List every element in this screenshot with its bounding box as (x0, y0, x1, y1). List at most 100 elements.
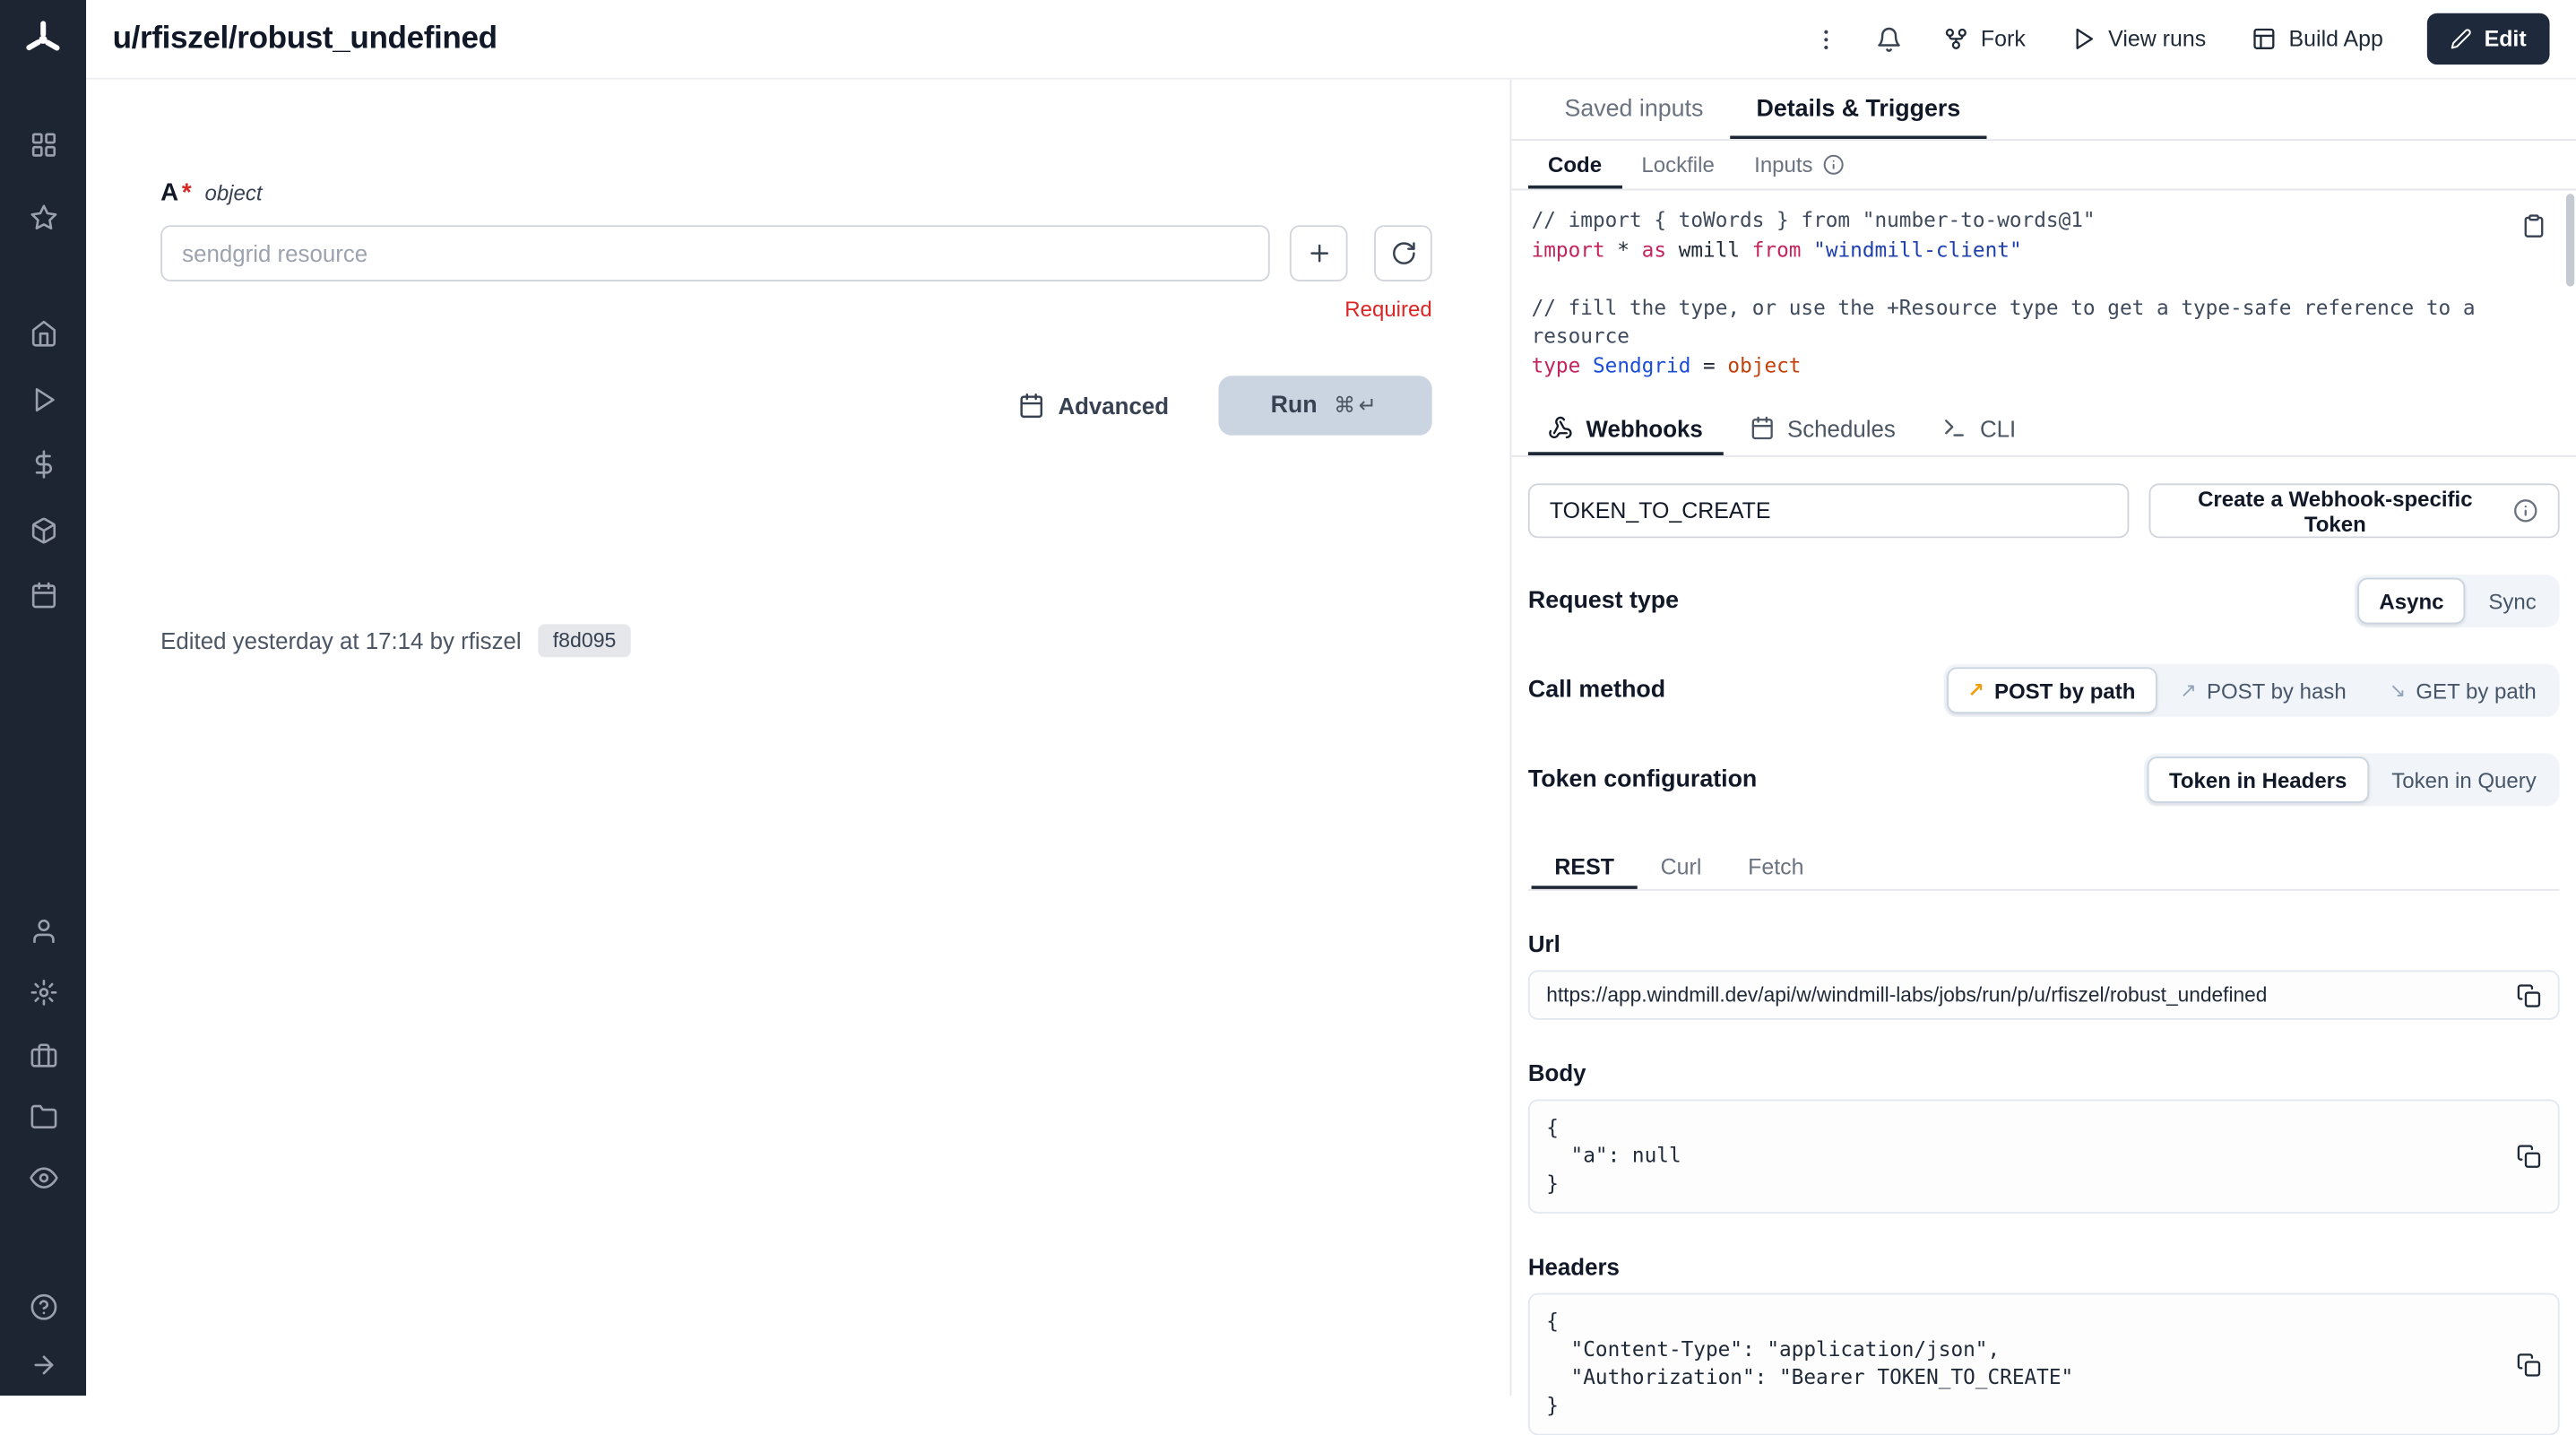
tab-fetch[interactable]: Fetch (1725, 843, 1827, 889)
header-actions: Fork View runs Build App Edit (1805, 13, 2549, 65)
refresh-icon (1390, 240, 1417, 267)
call-method-post-by-path[interactable]: ↗POST by path (1946, 667, 2157, 713)
panel-scrollbar-thumb[interactable] (2566, 194, 2574, 286)
help-icon[interactable] (0, 1278, 86, 1335)
trigger-tabs: Webhooks Schedules CLI (1511, 401, 2576, 457)
schedules-icon[interactable] (0, 566, 86, 623)
call-method-post-by-hash[interactable]: ↗POST by hash (2160, 667, 2366, 713)
favorites-star-icon[interactable] (0, 189, 86, 246)
copy-url-button[interactable] (2503, 982, 2541, 1007)
field-name: A (160, 178, 178, 206)
url-box: https://app.windmill.dev/api/w/windmill-… (1528, 970, 2560, 1019)
run-shortcut: ⌘↵ (1334, 393, 1380, 419)
code-line: import * as wmill from "windmill-client" (1532, 236, 2507, 264)
expand-sidebar-icon[interactable] (0, 1336, 86, 1393)
tab-code[interactable]: Code (1528, 141, 1621, 189)
field-type: object (204, 180, 262, 205)
clipboard-icon (2521, 213, 2546, 238)
headers-label: Headers (1528, 1253, 2560, 1280)
required-hint: Required (160, 297, 1432, 322)
call-method-label: Call method (1528, 677, 1665, 704)
panel-tabs: Saved inputs Details & Triggers (1511, 80, 2576, 141)
workers-briefcase-icon[interactable] (0, 1026, 86, 1083)
call-method-row: Call method ↗POST by path ↗POST by hash … (1528, 664, 2560, 717)
code-tabs: Code Lockfile Inputs (1511, 141, 2576, 190)
refresh-button[interactable] (1374, 225, 1432, 281)
home-icon[interactable] (0, 305, 86, 361)
sidebar (0, 0, 86, 1396)
tab-lockfile[interactable]: Lockfile (1621, 141, 1734, 189)
notifications-bell-icon[interactable] (1868, 17, 1911, 60)
more-menu-button[interactable] (1805, 17, 1848, 60)
folders-icon[interactable] (0, 1088, 86, 1145)
url-label: Url (1528, 930, 2560, 957)
arrow-up-right-icon: ↗ (1967, 680, 1984, 700)
tab-schedules[interactable]: Schedules (1729, 401, 1915, 455)
advanced-calendar-icon (1018, 393, 1045, 419)
play-icon (2072, 27, 2097, 52)
run-row: Advanced Run⌘↵ (160, 376, 1432, 435)
info-icon (2513, 498, 2538, 523)
tab-saved-inputs[interactable]: Saved inputs (1538, 80, 1730, 139)
webhooks-content: Create a Webhook-specific Token Request … (1511, 457, 2576, 1435)
version-badge[interactable]: f8d095 (538, 624, 631, 657)
windmill-logo-icon[interactable] (16, 13, 69, 66)
copy-code-button[interactable] (2521, 213, 2546, 238)
snippet-tabs: REST Curl Fetch (1528, 843, 2560, 891)
body-label: Body (1528, 1059, 2560, 1086)
object-input[interactable] (160, 225, 1270, 281)
add-property-button[interactable] (1290, 225, 1348, 281)
request-type-row: Request type Async Sync (1528, 575, 2560, 627)
apps-icon[interactable] (0, 116, 86, 172)
build-app-button[interactable]: Build App (2239, 16, 2397, 61)
code-line (1532, 265, 2507, 294)
tab-rest[interactable]: REST (1532, 843, 1638, 889)
edited-text: Edited yesterday at 17:14 by rfiszel (160, 627, 521, 654)
token-configuration-row: Token configuration Token in Headers Tok… (1528, 753, 2560, 806)
headers-json: { "Content-Type": "application/json", "A… (1546, 1308, 2503, 1421)
request-type-sync[interactable]: Sync (2468, 578, 2556, 625)
tab-details-triggers[interactable]: Details & Triggers (1730, 80, 1987, 139)
token-input[interactable] (1528, 483, 2129, 538)
token-in-query[interactable]: Token in Query (2372, 756, 2556, 803)
fork-button[interactable]: Fork (1931, 16, 2038, 61)
copy-icon (2517, 1352, 2542, 1377)
terminal-icon (1942, 416, 1967, 441)
users-icon[interactable] (0, 903, 86, 959)
copy-icon (2517, 1144, 2542, 1169)
copy-body-button[interactable] (2503, 1144, 2541, 1169)
tab-inputs[interactable]: Inputs (1734, 141, 1864, 189)
audit-eye-icon[interactable] (0, 1149, 86, 1206)
request-type-async[interactable]: Async (2357, 578, 2465, 625)
details-panel: Saved inputs Details & Triggers Code Loc… (1510, 80, 2576, 1396)
arrow-up-right-icon: ↗ (2180, 680, 2197, 700)
token-configuration-toggle: Token in Headers Token in Query (2144, 753, 2559, 806)
call-method-get-by-path[interactable]: ↘GET by path (2370, 667, 2556, 713)
code-editor[interactable]: // import { toWords } from "number-to-wo… (1511, 190, 2576, 401)
tab-webhooks[interactable]: Webhooks (1528, 401, 1723, 455)
code-block: // import { toWords } from "number-to-wo… (1532, 207, 2507, 381)
arrow-down-right-icon: ↘ (2390, 680, 2407, 700)
copy-icon (2517, 982, 2542, 1007)
webhook-icon (1548, 416, 1573, 441)
settings-gear-icon[interactable] (0, 964, 86, 1020)
run-button[interactable]: Run⌘↵ (1218, 376, 1431, 435)
token-in-headers[interactable]: Token in Headers (2148, 756, 2368, 803)
calendar-icon (1750, 416, 1775, 441)
page-title: u/rfiszel/robust_undefined (113, 21, 497, 57)
pencil-icon (2450, 28, 2471, 49)
advanced-button[interactable]: Advanced (1018, 393, 1169, 419)
view-runs-button[interactable]: View runs (2059, 16, 2219, 61)
runs-icon[interactable] (0, 371, 86, 428)
windmill-app: u/rfiszel/robust_undefined Fork View run… (0, 0, 2576, 1396)
object-input-row (160, 225, 1432, 281)
body-json: { "a": null } (1546, 1114, 2503, 1198)
variables-icon[interactable] (0, 436, 86, 492)
git-fork-icon (1944, 27, 1969, 52)
tab-curl[interactable]: Curl (1638, 843, 1725, 889)
create-webhook-token-button[interactable]: Create a Webhook-specific Token (2149, 483, 2560, 538)
copy-headers-button[interactable] (2503, 1352, 2541, 1377)
tab-cli[interactable]: CLI (1922, 401, 2036, 455)
edit-button[interactable]: Edit (2426, 13, 2550, 65)
resources-icon[interactable] (0, 502, 86, 558)
